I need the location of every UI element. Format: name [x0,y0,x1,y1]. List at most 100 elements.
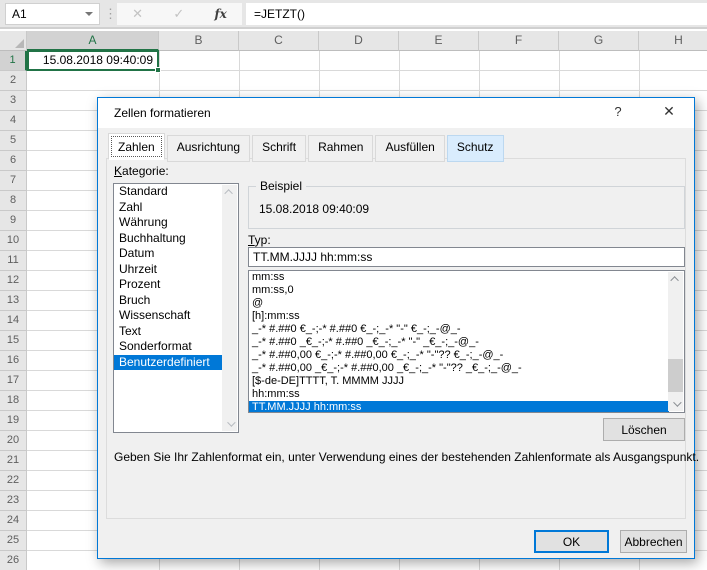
format-cells-dialog: Zellen formatieren ? ✕ ZahlenAusrichtung… [97,97,695,559]
row-header-20[interactable]: 20 [0,431,27,451]
category-item[interactable]: Text [114,324,223,340]
scroll-up-icon[interactable] [222,185,237,199]
example-groupbox: Beispiel 15.08.2018 09:40:09 [248,186,685,229]
tab-zahlen[interactable]: Zahlen [108,133,165,160]
type-scrollbar[interactable] [668,272,683,411]
cell-a1-value: 15.08.2018 09:40:09 [43,53,153,67]
name-box-dropdown-icon[interactable] [85,12,93,16]
row-header-19[interactable]: 19 [0,411,27,431]
column-header-b[interactable]: B [159,31,239,51]
confirm-entry-icon[interactable]: ✓ [173,6,184,22]
fill-handle[interactable] [155,67,161,73]
row-header-17[interactable]: 17 [0,371,27,391]
row-header-10[interactable]: 10 [0,231,27,251]
scrollbar-thumb[interactable] [668,359,683,392]
cancel-entry-icon[interactable]: ✕ [132,6,143,22]
name-box-value: A1 [12,7,27,21]
selected-cell-a1[interactable]: 15.08.2018 09:40:09 [27,50,159,71]
row-header-9[interactable]: 9 [0,211,27,231]
row-header-16[interactable]: 16 [0,351,27,371]
example-label: Beispiel [256,179,306,193]
cancel-button[interactable]: Abbrechen [620,530,687,553]
column-header-g[interactable]: G [559,31,639,51]
type-format-item[interactable]: _-* #.##0 _€_-;-* #.##0 _€_-;_-* "-" _€_… [249,336,669,349]
insert-function-icon[interactable]: fx [215,7,227,21]
select-all-icon [15,39,24,48]
dialog-titlebar[interactable]: Zellen formatieren ? ✕ [98,98,694,128]
row-header-1[interactable]: 1 [0,51,27,71]
row-header-3[interactable]: 3 [0,91,27,111]
row-header-15[interactable]: 15 [0,331,27,351]
row-header-22[interactable]: 22 [0,471,27,491]
type-format-item[interactable]: @ [249,297,669,310]
row-header-14[interactable]: 14 [0,311,27,331]
help-icon[interactable]: ? [608,104,628,122]
category-item[interactable]: Prozent [114,277,223,293]
category-scrollbar[interactable] [222,185,237,431]
example-value: 15.08.2018 09:40:09 [259,202,369,216]
formula-buttons: ✕ ✓ fx [117,3,242,25]
row-header-6[interactable]: 6 [0,151,27,171]
category-item[interactable]: Sonderformat [114,339,223,355]
drag-dots-icon: ⋮ [104,4,117,24]
tab-schrift[interactable]: Schrift [252,135,306,162]
row-header-23[interactable]: 23 [0,491,27,511]
row-header-8[interactable]: 8 [0,191,27,211]
type-format-item[interactable]: [h]:mm:ss [249,310,669,323]
row-header-26[interactable]: 26 [0,551,27,570]
select-all-corner[interactable] [0,31,27,51]
category-item[interactable]: Zahl [114,200,223,216]
scroll-down-icon[interactable] [222,417,237,431]
column-header-h[interactable]: H [639,31,707,51]
row-header-7[interactable]: 7 [0,171,27,191]
category-item[interactable]: Buchhaltung [114,231,223,247]
formula-input[interactable]: =JETZT() [246,3,707,25]
row-header-2[interactable]: 2 [0,71,27,91]
type-format-item[interactable]: _-* #.##0,00 _€_-;-* #.##0,00 _€_-;_-* "… [249,362,669,375]
tab-ausfüllen[interactable]: Ausfüllen [375,135,444,162]
row-header-18[interactable]: 18 [0,391,27,411]
category-item[interactable]: Wissenschaft [114,308,223,324]
category-item[interactable]: Währung [114,215,223,231]
column-header-c[interactable]: C [239,31,319,51]
row-header-12[interactable]: 12 [0,271,27,291]
type-format-item[interactable]: TT.MM.JJJJ hh:mm:ss [249,401,669,413]
type-label: Typ: [248,233,271,247]
ok-button[interactable]: OK [534,530,609,553]
type-format-item[interactable]: _-* #.##0 €_-;-* #.##0 €_-;_-* "-" €_-;_… [249,323,669,336]
type-format-item[interactable]: mm:ss [249,271,669,284]
type-format-item[interactable]: [$-de-DE]TTTT, T. MMMM JJJJ [249,375,669,388]
type-input[interactable]: TT.MM.JJJJ hh:mm:ss [248,247,685,267]
row-header-21[interactable]: 21 [0,451,27,471]
category-listbox[interactable]: StandardZahlWährungBuchhaltungDatumUhrze… [113,183,239,433]
name-box[interactable]: A1 [5,3,100,25]
category-item[interactable]: Benutzerdefiniert [114,355,223,371]
row-header-11[interactable]: 11 [0,251,27,271]
category-label: Kategorie: [114,164,169,178]
category-item[interactable]: Standard [114,184,223,200]
type-format-item[interactable]: hh:mm:ss [249,388,669,401]
delete-button[interactable]: Löschen [603,418,685,441]
category-item[interactable]: Uhrzeit [114,262,223,278]
tab-schutz[interactable]: Schutz [447,135,504,162]
column-header-a[interactable]: A [27,31,159,51]
type-format-item[interactable]: mm:ss,0 [249,284,669,297]
scroll-up-icon[interactable] [668,272,683,286]
type-listbox[interactable]: mm:ssmm:ss,0@[h]:mm:ss_-* #.##0 €_-;-* #… [248,270,685,413]
row-header-24[interactable]: 24 [0,511,27,531]
close-icon[interactable]: ✕ [658,103,680,123]
category-item[interactable]: Datum [114,246,223,262]
row-header-5[interactable]: 5 [0,131,27,151]
row-header-13[interactable]: 13 [0,291,27,311]
row-header-25[interactable]: 25 [0,531,27,551]
column-header-f[interactable]: F [479,31,559,51]
scroll-down-icon[interactable] [668,397,683,411]
tab-ausrichtung[interactable]: Ausrichtung [167,135,250,162]
dialog-tabs: ZahlenAusrichtungSchriftRahmenAusfüllenS… [108,135,506,162]
column-header-d[interactable]: D [319,31,399,51]
category-item[interactable]: Bruch [114,293,223,309]
type-format-item[interactable]: _-* #.##0,00 €_-;-* #.##0,00 €_-;_-* "-"… [249,349,669,362]
column-header-e[interactable]: E [399,31,479,51]
row-header-4[interactable]: 4 [0,111,27,131]
tab-rahmen[interactable]: Rahmen [308,135,373,162]
